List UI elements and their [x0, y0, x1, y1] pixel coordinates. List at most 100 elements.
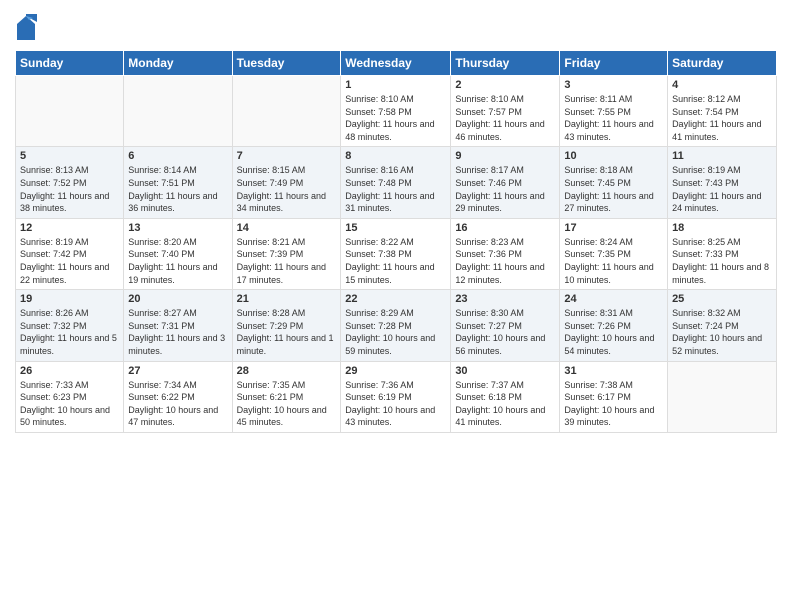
day-info: Sunrise: 8:22 AM Sunset: 7:38 PM Dayligh… [345, 236, 446, 286]
day-number: 14 [237, 222, 337, 234]
calendar-cell: 7 Sunrise: 8:15 AM Sunset: 7:49 PM Daylig… [232, 147, 341, 218]
calendar-cell: 3 Sunrise: 8:11 AM Sunset: 7:55 PM Daylig… [560, 76, 668, 147]
day-number: 21 [237, 293, 337, 305]
calendar-cell: 15 Sunrise: 8:22 AM Sunset: 7:38 PM Dayli… [341, 218, 451, 289]
day-info: Sunrise: 8:13 AM Sunset: 7:52 PM Dayligh… [20, 164, 119, 214]
calendar-cell: 10 Sunrise: 8:18 AM Sunset: 7:45 PM Dayli… [560, 147, 668, 218]
calendar-cell: 9 Sunrise: 8:17 AM Sunset: 7:46 PM Daylig… [451, 147, 560, 218]
day-number: 16 [455, 222, 555, 234]
day-number: 25 [672, 293, 772, 305]
calendar-cell: 28 Sunrise: 7:35 AM Sunset: 6:21 PM Dayli… [232, 361, 341, 432]
calendar-cell: 19 Sunrise: 8:26 AM Sunset: 7:32 PM Dayli… [16, 290, 124, 361]
day-info: Sunrise: 8:16 AM Sunset: 7:48 PM Dayligh… [345, 164, 446, 214]
day-info: Sunrise: 8:25 AM Sunset: 7:33 PM Dayligh… [672, 236, 772, 286]
calendar-cell: 6Sunrise: 8:14 AM Sunset: 7:51 PM Daylig… [124, 147, 232, 218]
day-info: Sunrise: 7:37 AM Sunset: 6:18 PM Dayligh… [455, 379, 555, 429]
day-info: Sunrise: 8:28 AM Sunset: 7:29 PM Dayligh… [237, 307, 337, 357]
day-number: 27 [128, 365, 227, 377]
logo [15, 14, 41, 42]
page-header [15, 10, 777, 42]
day-info: Sunrise: 8:18 AM Sunset: 7:45 PM Dayligh… [564, 164, 663, 214]
calendar-cell: 12Sunrise: 8:19 AM Sunset: 7:42 PM Dayli… [16, 218, 124, 289]
day-number: 15 [345, 222, 446, 234]
calendar-week-3: 19 Sunrise: 8:26 AM Sunset: 7:32 PM Dayli… [16, 290, 777, 361]
calendar-cell: 14 Sunrise: 8:21 AM Sunset: 7:39 PM Dayli… [232, 218, 341, 289]
day-number: 19 [20, 293, 119, 305]
calendar-cell: 2 Sunrise: 8:10 AM Sunset: 7:57 PM Daylig… [451, 76, 560, 147]
logo-icon [15, 14, 37, 42]
day-info: Sunrise: 8:11 AM Sunset: 7:55 PM Dayligh… [564, 93, 663, 143]
day-info: Sunrise: 8:23 AM Sunset: 7:36 PM Dayligh… [455, 236, 555, 286]
day-number: 30 [455, 365, 555, 377]
calendar-cell: 20 Sunrise: 8:27 AM Sunset: 7:31 PM Dayli… [124, 290, 232, 361]
day-info: Sunrise: 7:38 AM Sunset: 6:17 PM Dayligh… [564, 379, 663, 429]
calendar-cell: 16 Sunrise: 8:23 AM Sunset: 7:36 PM Dayli… [451, 218, 560, 289]
day-info: Sunrise: 7:36 AM Sunset: 6:19 PM Dayligh… [345, 379, 446, 429]
calendar-week-1: 5 Sunrise: 8:13 AM Sunset: 7:52 PM Daylig… [16, 147, 777, 218]
day-number: 4 [672, 79, 772, 91]
day-info: Sunrise: 8:32 AM Sunset: 7:24 PM Dayligh… [672, 307, 772, 357]
calendar-week-2: 12Sunrise: 8:19 AM Sunset: 7:42 PM Dayli… [16, 218, 777, 289]
day-number: 5 [20, 150, 119, 162]
day-number: 22 [345, 293, 446, 305]
calendar-week-0: 1Sunrise: 8:10 AM Sunset: 7:58 PM Daylig… [16, 76, 777, 147]
day-number: 9 [455, 150, 555, 162]
day-number: 18 [672, 222, 772, 234]
day-info: Sunrise: 8:27 AM Sunset: 7:31 PM Dayligh… [128, 307, 227, 357]
calendar-cell: 1Sunrise: 8:10 AM Sunset: 7:58 PM Daylig… [341, 76, 451, 147]
day-number: 2 [455, 79, 555, 91]
calendar-cell: 8 Sunrise: 8:16 AM Sunset: 7:48 PM Daylig… [341, 147, 451, 218]
calendar-cell: 30 Sunrise: 7:37 AM Sunset: 6:18 PM Dayli… [451, 361, 560, 432]
day-info: Sunrise: 8:20 AM Sunset: 7:40 PM Dayligh… [128, 236, 227, 286]
day-info: Sunrise: 7:35 AM Sunset: 6:21 PM Dayligh… [237, 379, 337, 429]
day-info: Sunrise: 8:12 AM Sunset: 7:54 PM Dayligh… [672, 93, 772, 143]
day-info: Sunrise: 8:17 AM Sunset: 7:46 PM Dayligh… [455, 164, 555, 214]
calendar-cell: 21 Sunrise: 8:28 AM Sunset: 7:29 PM Dayli… [232, 290, 341, 361]
calendar-cell: 31Sunrise: 7:38 AM Sunset: 6:17 PM Dayli… [560, 361, 668, 432]
calendar-cell: 29 Sunrise: 7:36 AM Sunset: 6:19 PM Dayli… [341, 361, 451, 432]
calendar-cell: 4 Sunrise: 8:12 AM Sunset: 7:54 PM Daylig… [668, 76, 777, 147]
calendar-week-4: 26 Sunrise: 7:33 AM Sunset: 6:23 PM Dayli… [16, 361, 777, 432]
day-info: Sunrise: 8:29 AM Sunset: 7:28 PM Dayligh… [345, 307, 446, 357]
calendar-cell: 17Sunrise: 8:24 AM Sunset: 7:35 PM Dayli… [560, 218, 668, 289]
calendar-cell [668, 361, 777, 432]
calendar-cell: 22 Sunrise: 8:29 AM Sunset: 7:28 PM Dayli… [341, 290, 451, 361]
day-number: 28 [237, 365, 337, 377]
day-info: Sunrise: 8:15 AM Sunset: 7:49 PM Dayligh… [237, 164, 337, 214]
day-number: 10 [564, 150, 663, 162]
day-number: 12 [20, 222, 119, 234]
day-info: Sunrise: 8:10 AM Sunset: 7:57 PM Dayligh… [455, 93, 555, 143]
day-info: Sunrise: 8:31 AM Sunset: 7:26 PM Dayligh… [564, 307, 663, 357]
header-friday: Friday [560, 51, 668, 76]
calendar-cell: 11 Sunrise: 8:19 AM Sunset: 7:43 PM Dayli… [668, 147, 777, 218]
header-thursday: Thursday [451, 51, 560, 76]
day-info: Sunrise: 8:19 AM Sunset: 7:43 PM Dayligh… [672, 164, 772, 214]
day-number: 24 [564, 293, 663, 305]
day-number: 7 [237, 150, 337, 162]
day-info: Sunrise: 8:21 AM Sunset: 7:39 PM Dayligh… [237, 236, 337, 286]
day-number: 26 [20, 365, 119, 377]
calendar-cell: 24 Sunrise: 8:31 AM Sunset: 7:26 PM Dayli… [560, 290, 668, 361]
day-number: 11 [672, 150, 772, 162]
header-monday: Monday [124, 51, 232, 76]
header-saturday: Saturday [668, 51, 777, 76]
day-number: 13 [128, 222, 227, 234]
calendar-cell: 5 Sunrise: 8:13 AM Sunset: 7:52 PM Daylig… [16, 147, 124, 218]
day-number: 3 [564, 79, 663, 91]
calendar-cell [124, 76, 232, 147]
calendar-cell: 18 Sunrise: 8:25 AM Sunset: 7:33 PM Dayli… [668, 218, 777, 289]
day-number: 8 [345, 150, 446, 162]
day-number: 6 [128, 150, 227, 162]
calendar: SundayMondayTuesdayWednesdayThursdayFrid… [15, 50, 777, 433]
calendar-cell [16, 76, 124, 147]
day-info: Sunrise: 7:33 AM Sunset: 6:23 PM Dayligh… [20, 379, 119, 429]
calendar-cell: 23Sunrise: 8:30 AM Sunset: 7:27 PM Dayli… [451, 290, 560, 361]
header-sunday: Sunday [16, 51, 124, 76]
day-info: Sunrise: 8:30 AM Sunset: 7:27 PM Dayligh… [455, 307, 555, 357]
calendar-cell: 27Sunrise: 7:34 AM Sunset: 6:22 PM Dayli… [124, 361, 232, 432]
day-number: 29 [345, 365, 446, 377]
day-info: Sunrise: 8:26 AM Sunset: 7:32 PM Dayligh… [20, 307, 119, 357]
calendar-cell: 25 Sunrise: 8:32 AM Sunset: 7:24 PM Dayli… [668, 290, 777, 361]
day-number: 20 [128, 293, 227, 305]
day-number: 1 [345, 79, 446, 91]
